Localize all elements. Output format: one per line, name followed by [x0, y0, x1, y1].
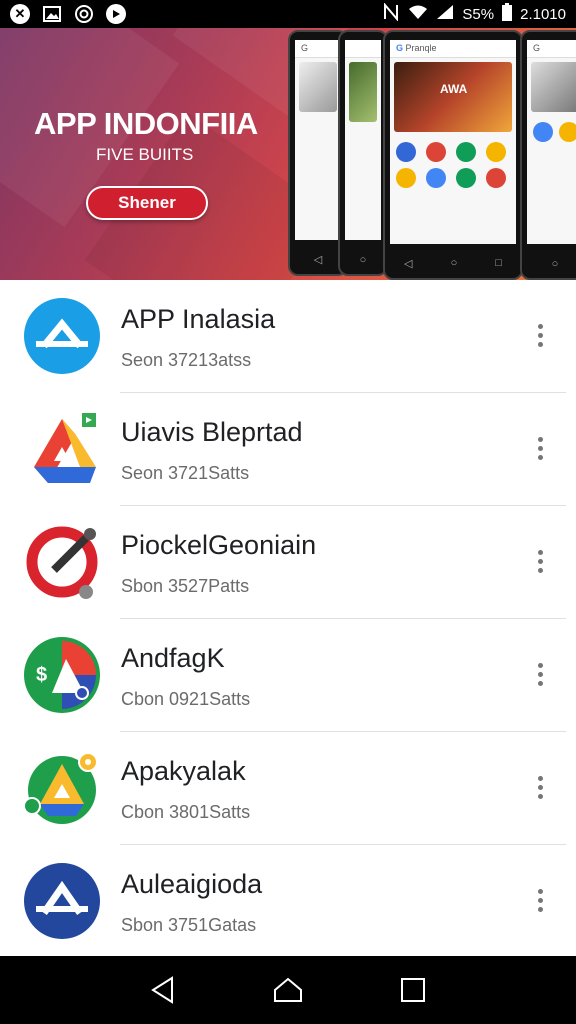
- list-item[interactable]: Apakyalak Cbon 3801Satts: [0, 732, 576, 845]
- recents-icon[interactable]: [393, 970, 433, 1010]
- list-item[interactable]: PiockelGeoniain Sbon 3527Patts: [0, 506, 576, 619]
- app-meta: Seon 3721Satts: [121, 463, 250, 483]
- app-name: PiockelGeoniain: [121, 530, 317, 560]
- list-item[interactable]: $ AndfagK Cbon 0921Satts: [0, 619, 576, 732]
- more-vert-icon[interactable]: [526, 772, 554, 802]
- play-circle-icon: [106, 4, 126, 24]
- more-vert-icon[interactable]: [526, 320, 554, 350]
- image-icon: [42, 4, 62, 24]
- svg-text:$: $: [36, 664, 47, 686]
- back-icon[interactable]: [143, 970, 183, 1010]
- banner-share-button[interactable]: Shener: [86, 186, 208, 220]
- green-triangle-icon: $: [24, 637, 100, 713]
- app-meta: Seon 37213atss: [121, 350, 252, 370]
- blue-a-icon: [24, 298, 100, 374]
- more-vert-icon[interactable]: [526, 546, 554, 576]
- status-bar: ✕ S5% 2.1010: [0, 0, 576, 28]
- list-item[interactable]: APP Inalasia Seon 37213atss: [0, 280, 576, 393]
- battery-percent: S5%: [462, 5, 495, 23]
- banner-subtitle: FIVE BUIITS: [96, 145, 194, 164]
- app-meta: Cbon 3801Satts: [121, 802, 251, 822]
- more-vert-icon[interactable]: [526, 659, 554, 689]
- list-item[interactable]: Auleaigioda Sbon 3751Gatas: [0, 845, 576, 958]
- drive-triangle-icon: [24, 411, 100, 487]
- drive-badge-icon: [23, 750, 100, 826]
- phone-hero-text: AWA: [440, 82, 468, 96]
- clock: 2.1010: [520, 5, 566, 23]
- app-name: Auleaigioda: [121, 869, 263, 899]
- navy-a-icon: [24, 863, 100, 939]
- app-meta: Cbon 0921Satts: [121, 689, 251, 709]
- promo-banner[interactable]: APP INDONFIIA FIVE BUIITS Shener G ◁ ○ G…: [0, 28, 576, 280]
- phone-mockup-3: G Pranqle AWA ◁ ○ □: [383, 30, 523, 280]
- app-name: AndfagK: [121, 643, 225, 673]
- app-meta: Sbon 3751Gatas: [121, 915, 257, 935]
- no-sim-icon: [382, 2, 400, 25]
- phone-mockup-2: ○: [338, 30, 388, 276]
- close-circle-icon: ✕: [10, 4, 30, 24]
- app-name: Uiavis Bleprtad: [121, 417, 303, 447]
- banner-title: APP INDONFIIA: [34, 106, 258, 141]
- battery-icon: [502, 3, 513, 25]
- more-vert-icon[interactable]: [526, 885, 554, 915]
- home-icon[interactable]: [268, 970, 308, 1010]
- red-ring-icon: [24, 524, 100, 600]
- list-item[interactable]: Uiavis Bleprtad Seon 3721Satts: [0, 393, 576, 506]
- signal-icon: [436, 4, 454, 24]
- phone-search-text: Pranqle: [405, 43, 437, 53]
- app-meta: Sbon 3527Patts: [121, 576, 250, 596]
- more-vert-icon[interactable]: [526, 433, 554, 463]
- wifi-icon: [408, 4, 428, 24]
- app-name: Apakyalak: [121, 756, 246, 786]
- app-list: APP Inalasia Seon 37213atss Uiavis Blepr…: [0, 280, 576, 958]
- sync-circle-icon: [74, 4, 94, 24]
- phone-search-g: G: [396, 43, 404, 53]
- app-name: APP Inalasia: [121, 304, 276, 334]
- phone-mockup-4: G ○: [520, 30, 576, 280]
- system-nav-bar: [0, 956, 576, 1024]
